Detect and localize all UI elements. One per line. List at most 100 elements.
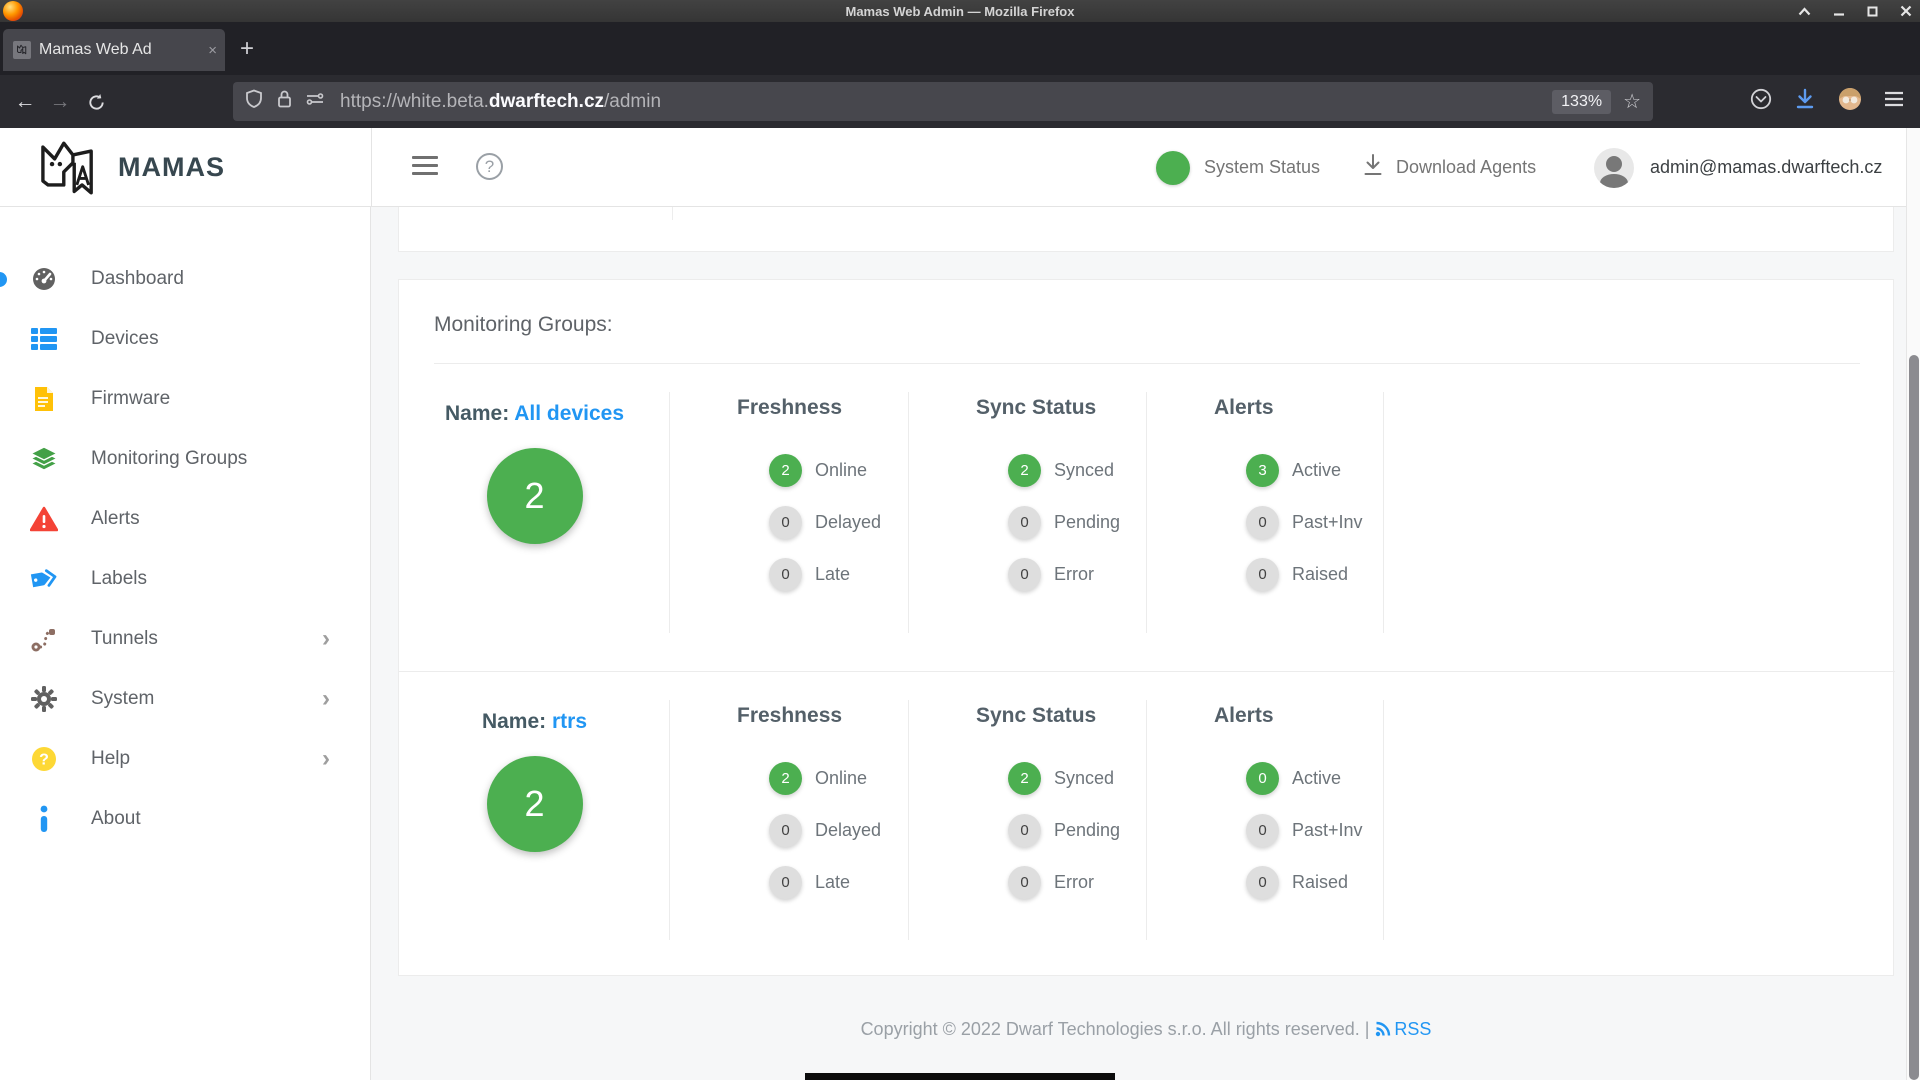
user-menu[interactable]: admin@mamas.dwarftech.cz — [1594, 128, 1882, 207]
question-icon: ? — [30, 745, 58, 773]
sidebar-item-tunnels[interactable]: Tunnels › — [0, 609, 370, 669]
bookmark-star-icon[interactable]: ☆ — [1623, 89, 1641, 114]
layers-icon — [30, 445, 58, 473]
freshness-column: Freshness 2Online 0Delayed 0Late — [670, 672, 909, 978]
sidebar-toggle-icon[interactable] — [412, 156, 438, 180]
sidebar-item-alerts[interactable]: Alerts — [0, 489, 370, 549]
speedometer-icon — [30, 265, 58, 293]
tab-close-icon[interactable]: × — [208, 42, 217, 59]
copyright-footer: Copyright © 2022 Dwarf Technologies s.r.… — [398, 1019, 1894, 1040]
sidebar-item-monitoring-groups[interactable]: Monitoring Groups — [0, 429, 370, 489]
url-bar[interactable]: https://white.beta.dwarftech.cz/admin 13… — [233, 82, 1653, 121]
stat-past-inv: 0Past+Inv — [1246, 496, 1384, 548]
column-title: Sync Status — [976, 396, 1147, 420]
system-status-label: System Status — [1204, 157, 1320, 178]
rss-icon — [1375, 1021, 1391, 1037]
stat-past-inv: 0Past+Inv — [1246, 804, 1384, 856]
alerts-column: Alerts 0Active 0Past+Inv 0Raised — [1147, 672, 1384, 978]
sidebar-item-label: About — [91, 808, 141, 830]
stat-active: 0Active — [1246, 752, 1384, 804]
group-name: Name: rtrs — [482, 710, 587, 734]
new-tab-button[interactable]: + — [240, 36, 254, 62]
stat-error: 0Error — [1008, 856, 1147, 908]
sync-status-column: Sync Status 2Synced 0Pending 0Error — [909, 672, 1147, 978]
sidebar-nav: Dashboard Devices Firmware Monitoring Gr… — [0, 207, 371, 1080]
download-agents[interactable]: Download Agents — [1362, 128, 1536, 207]
stat-pending: 0Pending — [1008, 496, 1147, 548]
group-name-link[interactable]: rtrs — [552, 710, 587, 733]
stat-synced: 2Synced — [1008, 444, 1147, 496]
forward-button[interactable]: → — [42, 84, 78, 120]
stat-badge: 0 — [1246, 866, 1279, 899]
stat-active: 3Active — [1246, 444, 1384, 496]
zoom-level-badge[interactable]: 133% — [1552, 90, 1611, 114]
stat-badge: 2 — [769, 454, 802, 487]
sidebar-item-label: Devices — [91, 328, 159, 350]
shield-icon[interactable] — [245, 89, 263, 114]
group-total-badge: 2 — [487, 448, 583, 544]
group-row-all-devices: Name: All devices 2 Freshness 2Online 0D… — [399, 364, 1895, 671]
menu-hamburger-icon[interactable] — [1884, 91, 1904, 112]
sidebar-item-help[interactable]: ? Help › — [0, 729, 370, 789]
stat-raised: 0Raised — [1246, 548, 1384, 600]
reload-icon[interactable] — [78, 84, 114, 120]
group-row-rtrs: Name: rtrs 2 Freshness 2Online 0Delayed … — [399, 671, 1895, 978]
tab-favicon-icon — [13, 41, 31, 59]
sidebar-item-label: Firmware — [91, 388, 170, 410]
status-green-dot — [1156, 151, 1190, 185]
tab-mamas-web-admin[interactable]: Mamas Web Ad × — [3, 29, 225, 71]
tab-strip: Mamas Web Ad × + — [0, 22, 1920, 75]
rss-link[interactable]: RSS — [1369, 1019, 1431, 1039]
sidebar-item-label: Tunnels — [91, 628, 158, 650]
sidebar-item-label: Monitoring Groups — [91, 448, 247, 470]
window-title: Mamas Web Admin — Mozilla Firefox — [846, 4, 1075, 19]
active-indicator — [0, 272, 7, 287]
group-name: Name: All devices — [445, 402, 624, 426]
downloads-icon[interactable] — [1794, 88, 1816, 115]
stat-online: 2Online — [769, 444, 909, 496]
sidebar-item-devices[interactable]: Devices — [0, 309, 370, 369]
stat-badge: 0 — [769, 506, 802, 539]
stat-delayed: 0Delayed — [769, 496, 909, 548]
sidebar-item-label: Alerts — [91, 508, 140, 530]
maximize-icon[interactable] — [1867, 6, 1878, 17]
close-icon[interactable] — [1900, 5, 1912, 17]
window-titlebar: Mamas Web Admin — Mozilla Firefox — [0, 0, 1920, 22]
brand-name[interactable]: MAMAS — [118, 152, 225, 183]
minimize-icon[interactable] — [1833, 7, 1845, 16]
url-text[interactable]: https://white.beta.dwarftech.cz/admin — [340, 91, 1552, 113]
stat-badge: 0 — [1246, 506, 1279, 539]
pocket-icon[interactable] — [1750, 88, 1772, 115]
stat-badge: 0 — [1246, 814, 1279, 847]
stat-delayed: 0Delayed — [769, 804, 909, 856]
freshness-column: Freshness 2Online 0Delayed 0Late — [670, 364, 909, 671]
devices-list-icon — [30, 325, 58, 353]
header-divider — [371, 128, 372, 207]
route-icon — [30, 625, 58, 653]
column-title: Freshness — [737, 396, 909, 420]
stat-late: 0Late — [769, 548, 909, 600]
sidebar-item-dashboard[interactable]: Dashboard — [0, 249, 370, 309]
column-title: Alerts — [1214, 396, 1384, 420]
back-button[interactable]: ← — [7, 84, 43, 120]
scrollbar[interactable] — [1906, 128, 1920, 1080]
stat-badge: 0 — [1008, 866, 1041, 899]
group-name-link[interactable]: All devices — [514, 402, 624, 425]
scrollbar-thumb[interactable] — [1909, 355, 1919, 1080]
stat-badge: 0 — [1008, 506, 1041, 539]
user-email: admin@mamas.dwarftech.cz — [1650, 157, 1882, 178]
permissions-icon[interactable] — [306, 92, 324, 111]
sidebar-item-firmware[interactable]: Firmware — [0, 369, 370, 429]
chevron-up-icon[interactable] — [1798, 7, 1811, 16]
account-avatar-icon[interactable] — [1838, 87, 1862, 116]
system-status[interactable]: System Status — [1156, 128, 1320, 207]
help-icon[interactable]: ? — [476, 153, 503, 180]
sidebar-item-about[interactable]: About — [0, 789, 370, 849]
sidebar-item-labels[interactable]: Labels — [0, 549, 370, 609]
sidebar-item-system[interactable]: System › — [0, 669, 370, 729]
sidebar-item-label: Labels — [91, 568, 147, 590]
stat-badge: 2 — [769, 762, 802, 795]
lock-icon[interactable] — [277, 89, 292, 114]
chevron-right-icon: › — [322, 625, 330, 653]
download-agents-label: Download Agents — [1396, 157, 1536, 178]
